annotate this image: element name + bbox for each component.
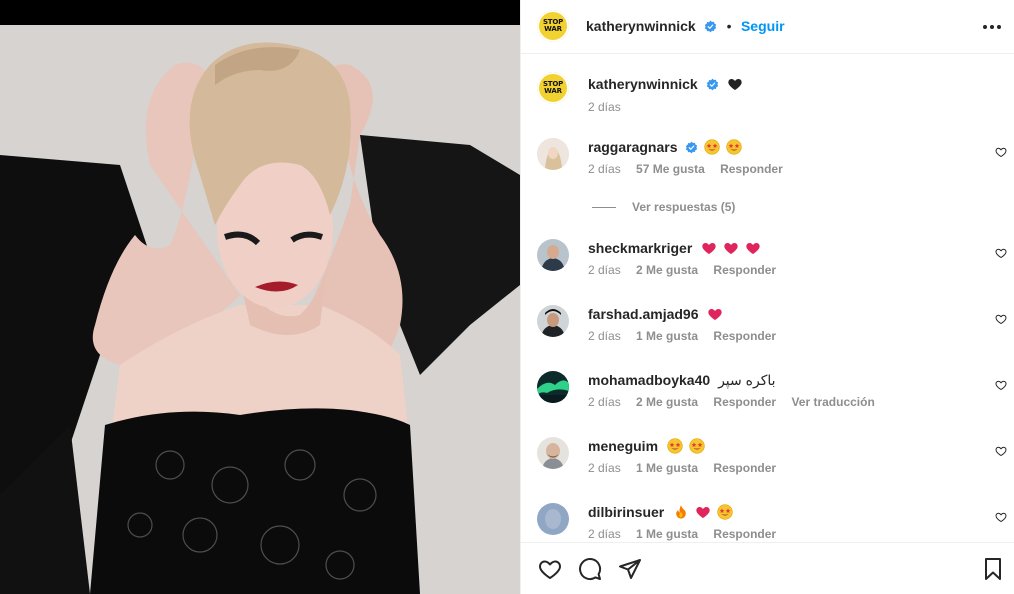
comment-time: 2 días <box>588 329 621 343</box>
commenter-avatar[interactable] <box>537 371 569 403</box>
commenter-username[interactable]: meneguim <box>588 438 658 454</box>
comment-like-icon[interactable] <box>995 247 1007 259</box>
reply-button[interactable]: Responder <box>713 263 776 277</box>
post-sidebar: STOP WAR katherynwinnick • Seguir STOP W… <box>520 0 1014 594</box>
caption-time: 2 días <box>588 100 621 114</box>
comment-like-icon[interactable] <box>995 313 1007 325</box>
commenter-avatar[interactable] <box>537 437 569 469</box>
photo-image <box>0 25 520 594</box>
commenter-avatar[interactable] <box>537 305 569 337</box>
red-heart-emoji-icon <box>696 507 710 518</box>
translate-button[interactable]: Ver traducción <box>791 395 874 409</box>
comment-likes[interactable]: 1 Me gusta <box>636 461 698 475</box>
commenter-avatar[interactable] <box>537 138 569 170</box>
owner-avatar[interactable]: STOP WAR <box>537 10 569 42</box>
commenter-avatar[interactable] <box>537 503 569 535</box>
owner-avatar-caption[interactable]: STOP WAR <box>537 72 569 104</box>
fire-emoji-icon <box>676 505 686 519</box>
verified-badge-icon <box>706 78 718 91</box>
post-header: STOP WAR katherynwinnick • Seguir <box>521 0 1014 54</box>
comment-like-icon[interactable] <box>995 146 1007 158</box>
view-replies-label: Ver respuestas (5) <box>632 200 736 214</box>
commenter-username[interactable]: dilbirinsuer <box>588 504 664 520</box>
star-eyes-emoji-icon <box>726 139 742 155</box>
commenter-username[interactable]: farshad.amjad96 <box>588 306 699 322</box>
verified-badge-icon <box>686 141 698 154</box>
red-heart-emoji-icon <box>724 243 738 254</box>
portrait-illustration <box>0 25 520 594</box>
caption-username[interactable]: katherynwinnick <box>588 76 698 92</box>
star-eyes-emoji-icon <box>704 139 720 155</box>
commenter-username[interactable]: mohamadboyka40 <box>588 372 710 388</box>
more-options-icon[interactable] <box>981 16 1003 38</box>
comment-likes[interactable]: 1 Me gusta <box>636 527 698 541</box>
comment-likes[interactable]: 2 Me gusta <box>636 395 698 409</box>
comment-likes[interactable]: 57 Me gusta <box>636 162 705 176</box>
comment-time: 2 días <box>588 395 621 409</box>
star-eyes-emoji-icon <box>689 438 705 454</box>
reply-button[interactable]: Responder <box>713 329 776 343</box>
comment-likes[interactable]: 1 Me gusta <box>636 329 698 343</box>
follow-button[interactable]: Seguir <box>741 18 785 34</box>
comment-time: 2 días <box>588 527 621 541</box>
save-icon[interactable] <box>981 557 1005 581</box>
separator-dot: • <box>726 18 732 34</box>
view-replies-button[interactable]: Ver respuestas (5) <box>592 200 735 214</box>
comment-icon[interactable] <box>578 557 602 581</box>
comment-time: 2 días <box>588 461 621 475</box>
verified-badge-icon <box>705 20 717 33</box>
comment-time: 2 días <box>588 162 621 176</box>
owner-username[interactable]: katherynwinnick <box>586 18 696 34</box>
star-eyes-emoji-icon <box>667 438 683 454</box>
red-heart-emoji-icon <box>746 243 760 254</box>
comment-like-icon[interactable] <box>995 445 1007 457</box>
red-heart-emoji-icon <box>702 243 716 254</box>
red-heart-emoji-icon <box>708 309 723 320</box>
reply-button[interactable]: Responder <box>720 162 783 176</box>
share-icon[interactable] <box>618 557 642 581</box>
commenter-username[interactable]: raggaragnars <box>588 139 677 155</box>
comment-like-icon[interactable] <box>995 511 1007 523</box>
comments-list[interactable]: STOP WAR katherynwinnick 2 días raggarag… <box>521 55 1014 542</box>
star-eyes-emoji-icon <box>717 504 733 520</box>
action-bar <box>521 542 1014 594</box>
like-icon[interactable] <box>538 557 562 581</box>
comment-like-icon[interactable] <box>995 379 1007 391</box>
reply-button[interactable]: Responder <box>713 527 776 541</box>
reply-button[interactable]: Responder <box>713 395 776 409</box>
comment-text: باكره سپر <box>718 372 776 388</box>
instagram-post-modal: STOP WAR katherynwinnick • Seguir STOP W… <box>0 0 1014 594</box>
post-photo[interactable] <box>0 0 520 594</box>
black-heart-icon <box>728 79 743 90</box>
reply-button[interactable]: Responder <box>713 461 776 475</box>
commenter-avatar[interactable] <box>537 239 569 271</box>
comment-likes[interactable]: 2 Me gusta <box>636 263 698 277</box>
comment-time: 2 días <box>588 263 621 277</box>
commenter-username[interactable]: sheckmarkriger <box>588 240 692 256</box>
replies-divider <box>592 207 616 209</box>
